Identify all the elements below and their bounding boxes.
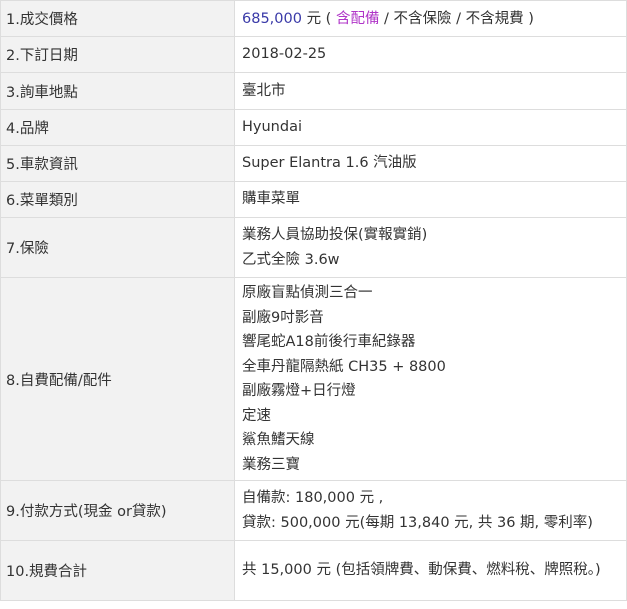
table-row-payment: 9.付款方式(現金 or貸款) 自備款: 180,000 元 , 貸款: 500… bbox=[1, 481, 627, 541]
model-text: Super Elantra 1.6 汽油版 bbox=[242, 155, 417, 172]
table-row-insurance: 7.保險 業務人員協助投保(實報實銷) 乙式全險 3.6w bbox=[1, 218, 627, 278]
payment-line: 自備款: 180,000 元 , bbox=[242, 490, 384, 506]
row-label-insurance: 7.保險 bbox=[1, 218, 235, 277]
model-value: Super Elantra 1.6 汽油版 bbox=[235, 146, 627, 181]
table-row-fees: 10.規費合計 共 15,000 元 (包括領牌費、動保費、燃料稅、牌照稅。) bbox=[1, 541, 627, 601]
order-date-value: 2018-02-25 bbox=[235, 37, 627, 72]
fees-value: 共 15,000 元 (包括領牌費、動保費、燃料稅、牌照稅。) bbox=[235, 541, 627, 600]
brand-text: Hyundai bbox=[242, 119, 302, 136]
location-text: 臺北市 bbox=[242, 82, 286, 99]
price-amount: 685,000 bbox=[242, 10, 302, 27]
order-details-table: 1.成交價格 685,000 元 ( 含配備 / 不含保險 / 不含規費 ) 2… bbox=[0, 0, 627, 601]
accessories-value: 原廠盲點偵測三合一 副廠9吋影音 響尾蛇A18前後行車紀錄器 全車丹龍隔熱紙 C… bbox=[235, 278, 627, 480]
location-value: 臺北市 bbox=[235, 73, 627, 109]
accessory-item: 響尾蛇A18前後行車紀錄器 bbox=[242, 334, 416, 350]
insurance-line: 乙式全險 3.6w bbox=[242, 251, 340, 268]
accessory-item: 鯊魚鰭天線 bbox=[242, 432, 315, 448]
price-unit: 元 ( bbox=[301, 10, 336, 27]
price-line: 685,000 元 ( 含配備 / 不含保險 / 不含規費 ) bbox=[242, 7, 604, 31]
row-label-order-date: 2.下訂日期 bbox=[1, 37, 235, 72]
payment-line: 貸款: 500,000 元(每期 13,840 元, 共 36 期, 零利率) bbox=[242, 514, 593, 531]
payment-value: 自備款: 180,000 元 , 貸款: 500,000 元(每期 13,840… bbox=[235, 481, 627, 540]
accessory-item: 全車丹龍隔熱紙 CH35 + 8800 bbox=[242, 358, 446, 375]
row-label-payment: 9.付款方式(現金 or貸款) bbox=[1, 481, 235, 540]
brand-value: Hyundai bbox=[235, 110, 627, 145]
table-row-menu-type: 6.菜單類別 購車菜單 bbox=[1, 182, 627, 218]
row-label-brand: 4.品牌 bbox=[1, 110, 235, 145]
accessory-item: 副廠霧燈+日行燈 bbox=[242, 383, 356, 399]
insurance-value: 業務人員協助投保(實報實銷) 乙式全險 3.6w bbox=[235, 218, 627, 277]
row-label-model: 5.車款資訊 bbox=[1, 146, 235, 181]
table-row-price: 1.成交價格 685,000 元 ( 含配備 / 不含保險 / 不含規費 ) bbox=[1, 1, 627, 37]
row-label-fees: 10.規費合計 bbox=[1, 541, 235, 600]
price-value: 685,000 元 ( 含配備 / 不含保險 / 不含規費 ) bbox=[235, 1, 627, 36]
table-row-accessories: 8.自費配備/配件 原廠盲點偵測三合一 副廠9吋影音 響尾蛇A18前後行車紀錄器… bbox=[1, 278, 627, 481]
table-row-brand: 4.品牌 Hyundai bbox=[1, 110, 627, 146]
accessory-item: 原廠盲點偵測三合一 bbox=[242, 285, 373, 301]
accessory-item: 業務三寶 bbox=[242, 456, 300, 473]
insurance-line: 業務人員協助投保(實報實銷) bbox=[242, 227, 428, 243]
price-included-note: 含配備 bbox=[335, 10, 380, 27]
table-row-order-date: 2.下訂日期 2018-02-25 bbox=[1, 37, 627, 73]
order-date-text: 2018-02-25 bbox=[242, 46, 327, 63]
menu-type-text: 購車菜單 bbox=[242, 191, 300, 208]
fees-text: 共 15,000 元 (包括領牌費、動保費、燃料稅、牌照稅。) bbox=[242, 562, 601, 579]
row-label-menu-type: 6.菜單類別 bbox=[1, 182, 235, 217]
table-row-model: 5.車款資訊 Super Elantra 1.6 汽油版 bbox=[1, 146, 627, 182]
price-excluded-note: / 不含保險 / 不含規費 ) bbox=[379, 10, 534, 27]
row-label-accessories: 8.自費配備/配件 bbox=[1, 278, 235, 480]
menu-type-value: 購車菜單 bbox=[235, 182, 627, 217]
row-label-price: 1.成交價格 bbox=[1, 1, 235, 36]
table-row-location: 3.詢車地點 臺北市 bbox=[1, 73, 627, 110]
accessory-item: 副廠9吋影音 bbox=[242, 309, 324, 326]
accessory-item: 定速 bbox=[242, 407, 271, 424]
row-label-location: 3.詢車地點 bbox=[1, 73, 235, 109]
